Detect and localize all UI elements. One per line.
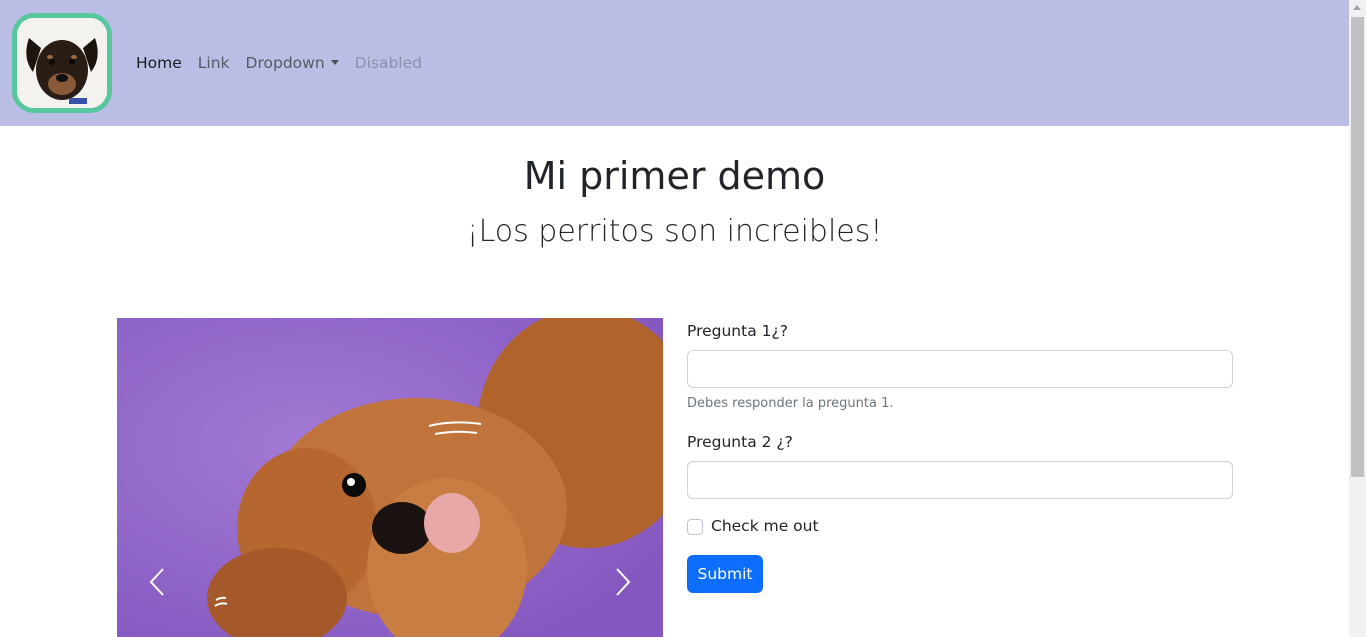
nav-dropdown-label: Dropdown bbox=[245, 54, 325, 72]
carousel-prev-chevron-left-icon[interactable] bbox=[143, 566, 173, 598]
nav-links: Home Link Dropdown Disabled bbox=[136, 54, 438, 72]
dog-carousel[interactable] bbox=[117, 318, 663, 637]
q1-help-text: Debes responder la pregunta 1. bbox=[687, 396, 894, 411]
q1-input[interactable] bbox=[687, 350, 1233, 388]
nav-link-home[interactable]: Home bbox=[136, 54, 182, 72]
submit-button[interactable]: Submit bbox=[687, 555, 763, 593]
q2-label: Pregunta 2 ¿? bbox=[687, 433, 793, 451]
carousel-next-chevron-right-icon[interactable] bbox=[607, 566, 637, 598]
logo-dog-avatar[interactable] bbox=[12, 13, 112, 113]
q2-input[interactable] bbox=[687, 461, 1233, 499]
navbar: Home Link Dropdown Disabled bbox=[0, 0, 1349, 126]
carousel-dog-photo bbox=[117, 318, 663, 637]
q1-label: Pregunta 1¿? bbox=[687, 322, 788, 340]
caret-down-icon bbox=[330, 60, 339, 65]
nav-link-disabled: Disabled bbox=[354, 54, 422, 72]
check-me-out-label[interactable]: Check me out bbox=[711, 517, 819, 535]
scroll-up-arrow-icon[interactable] bbox=[1353, 5, 1361, 10]
vertical-scrollbar[interactable] bbox=[1349, 0, 1366, 637]
nav-link-link[interactable]: Link bbox=[198, 54, 230, 72]
check-me-out-checkbox[interactable] bbox=[687, 519, 703, 535]
page-subtitle: ¡Los perritos son increibles! bbox=[466, 214, 883, 249]
nav-dropdown[interactable]: Dropdown bbox=[246, 54, 339, 72]
dog-avatar-image bbox=[17, 18, 107, 108]
page-title: Mi primer demo bbox=[523, 154, 826, 198]
scroll-thumb[interactable] bbox=[1351, 17, 1364, 477]
